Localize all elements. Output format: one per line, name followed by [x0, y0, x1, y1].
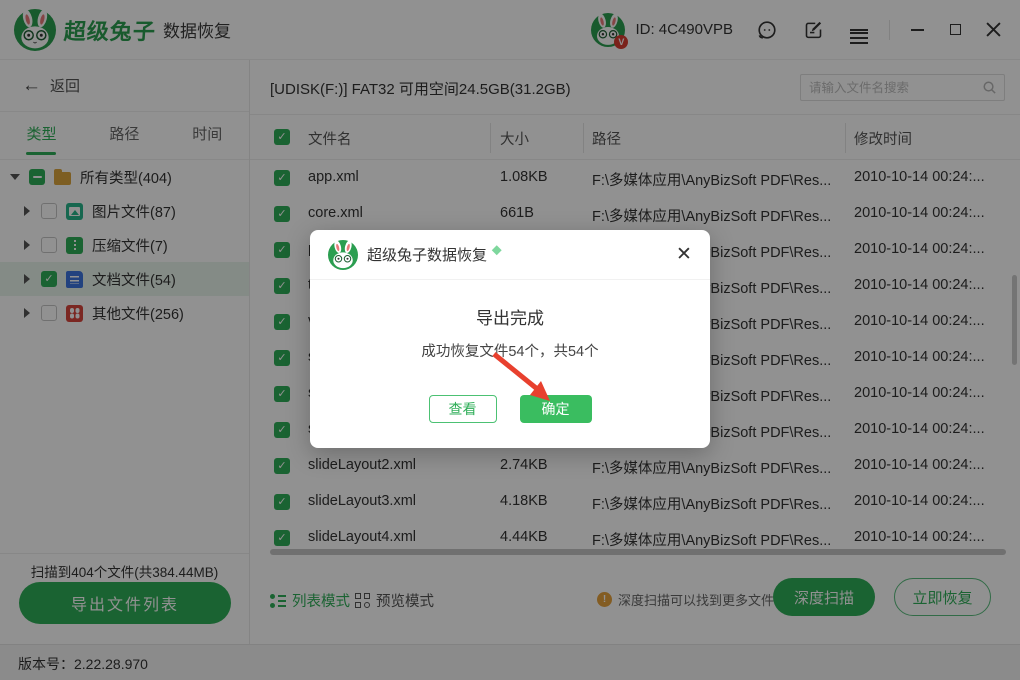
view-button[interactable]: 查看 [429, 395, 497, 423]
dialog-header: 超级兔子数据恢复 ✕ [310, 230, 710, 280]
sparkle-icon [492, 245, 502, 255]
ok-button[interactable]: 确定 [520, 395, 592, 423]
dialog-title: 超级兔子数据恢复 [367, 244, 487, 265]
dialog-buttons: 查看 确定 [310, 395, 710, 423]
dialog-detail: 成功恢复文件54个，共54个 [310, 340, 710, 361]
dialog-close-icon[interactable]: ✕ [674, 245, 694, 265]
app-window: 超级兔子 数据恢复 V ID: 4C490VPB [0, 0, 1020, 680]
dialog-message: 导出完成 [310, 304, 710, 329]
dialog-rabbit-logo-icon [328, 240, 358, 270]
export-complete-dialog: 超级兔子数据恢复 ✕ 导出完成 成功恢复文件54个，共54个 查看 确定 [310, 230, 710, 448]
